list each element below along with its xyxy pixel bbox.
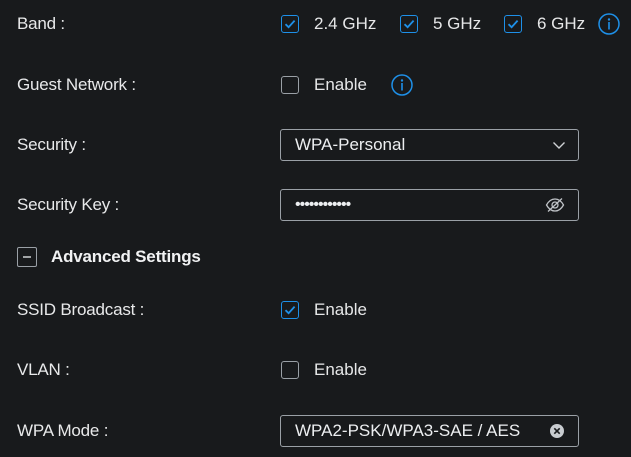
- wpa-mode-select[interactable]: WPA2-PSK/WPA3-SAE / AES: [280, 415, 579, 447]
- security-select[interactable]: WPA-Personal: [280, 129, 579, 161]
- security-key-label: Security Key :: [17, 195, 120, 214]
- vlan-label: VLAN :: [17, 360, 70, 379]
- wpa-mode-row: WPA Mode : WPA2-PSK/WPA3-SAE / AES: [0, 415, 631, 447]
- wpa-mode-label: WPA Mode :: [17, 421, 109, 440]
- security-row: Security : WPA-Personal: [0, 129, 631, 161]
- security-select-value: WPA-Personal: [295, 135, 406, 154]
- minus-icon: [23, 256, 31, 258]
- band-5g-checkbox[interactable]: [400, 15, 418, 33]
- ssid-broadcast-row: SSID Broadcast : Enable: [0, 294, 631, 326]
- clear-icon[interactable]: [550, 424, 564, 438]
- vlan-checkbox[interactable]: [281, 361, 299, 379]
- security-label: Security :: [17, 135, 86, 154]
- ssid-broadcast-enable-label: Enable: [314, 300, 367, 319]
- guest-network-checkbox[interactable]: [281, 76, 299, 94]
- vlan-row: VLAN : Enable: [0, 354, 631, 386]
- band-2g-checkbox[interactable]: [281, 15, 299, 33]
- chevron-down-icon: [552, 140, 566, 150]
- advanced-settings-title: Advanced Settings: [51, 247, 201, 266]
- vlan-enable-label: Enable: [314, 360, 367, 379]
- band-label: Band :: [17, 14, 65, 33]
- check-icon: [284, 305, 296, 315]
- wpa-mode-value: WPA2-PSK/WPA3-SAE / AES: [295, 421, 521, 440]
- guest-network-info-icon[interactable]: [391, 74, 413, 96]
- band-info-icon[interactable]: [598, 13, 620, 35]
- guest-network-row: Guest Network : Enable: [0, 69, 631, 101]
- guest-network-enable-label: Enable: [314, 75, 367, 94]
- band-6g-label: 6 GHz: [537, 14, 586, 33]
- check-icon: [284, 19, 296, 29]
- collapse-toggle-button[interactable]: [17, 247, 37, 267]
- band-5g-label: 5 GHz: [433, 14, 482, 33]
- guest-network-label: Guest Network :: [17, 75, 136, 94]
- ssid-broadcast-checkbox[interactable]: [281, 301, 299, 319]
- check-icon: [507, 19, 519, 29]
- check-icon: [403, 19, 415, 29]
- band-2g-label: 2.4 GHz: [314, 14, 377, 33]
- ssid-broadcast-label: SSID Broadcast :: [17, 300, 145, 319]
- security-key-row: Security Key : ••••••••••••: [0, 189, 631, 221]
- security-key-input[interactable]: ••••••••••••: [280, 189, 579, 221]
- eye-off-icon[interactable]: [545, 197, 565, 213]
- security-key-value: ••••••••••••: [295, 196, 351, 213]
- advanced-settings-row: Advanced Settings: [0, 241, 631, 273]
- band-6g-checkbox[interactable]: [504, 15, 522, 33]
- band-row: Band : 2.4 GHz 5 GHz 6 GHz: [0, 8, 631, 40]
